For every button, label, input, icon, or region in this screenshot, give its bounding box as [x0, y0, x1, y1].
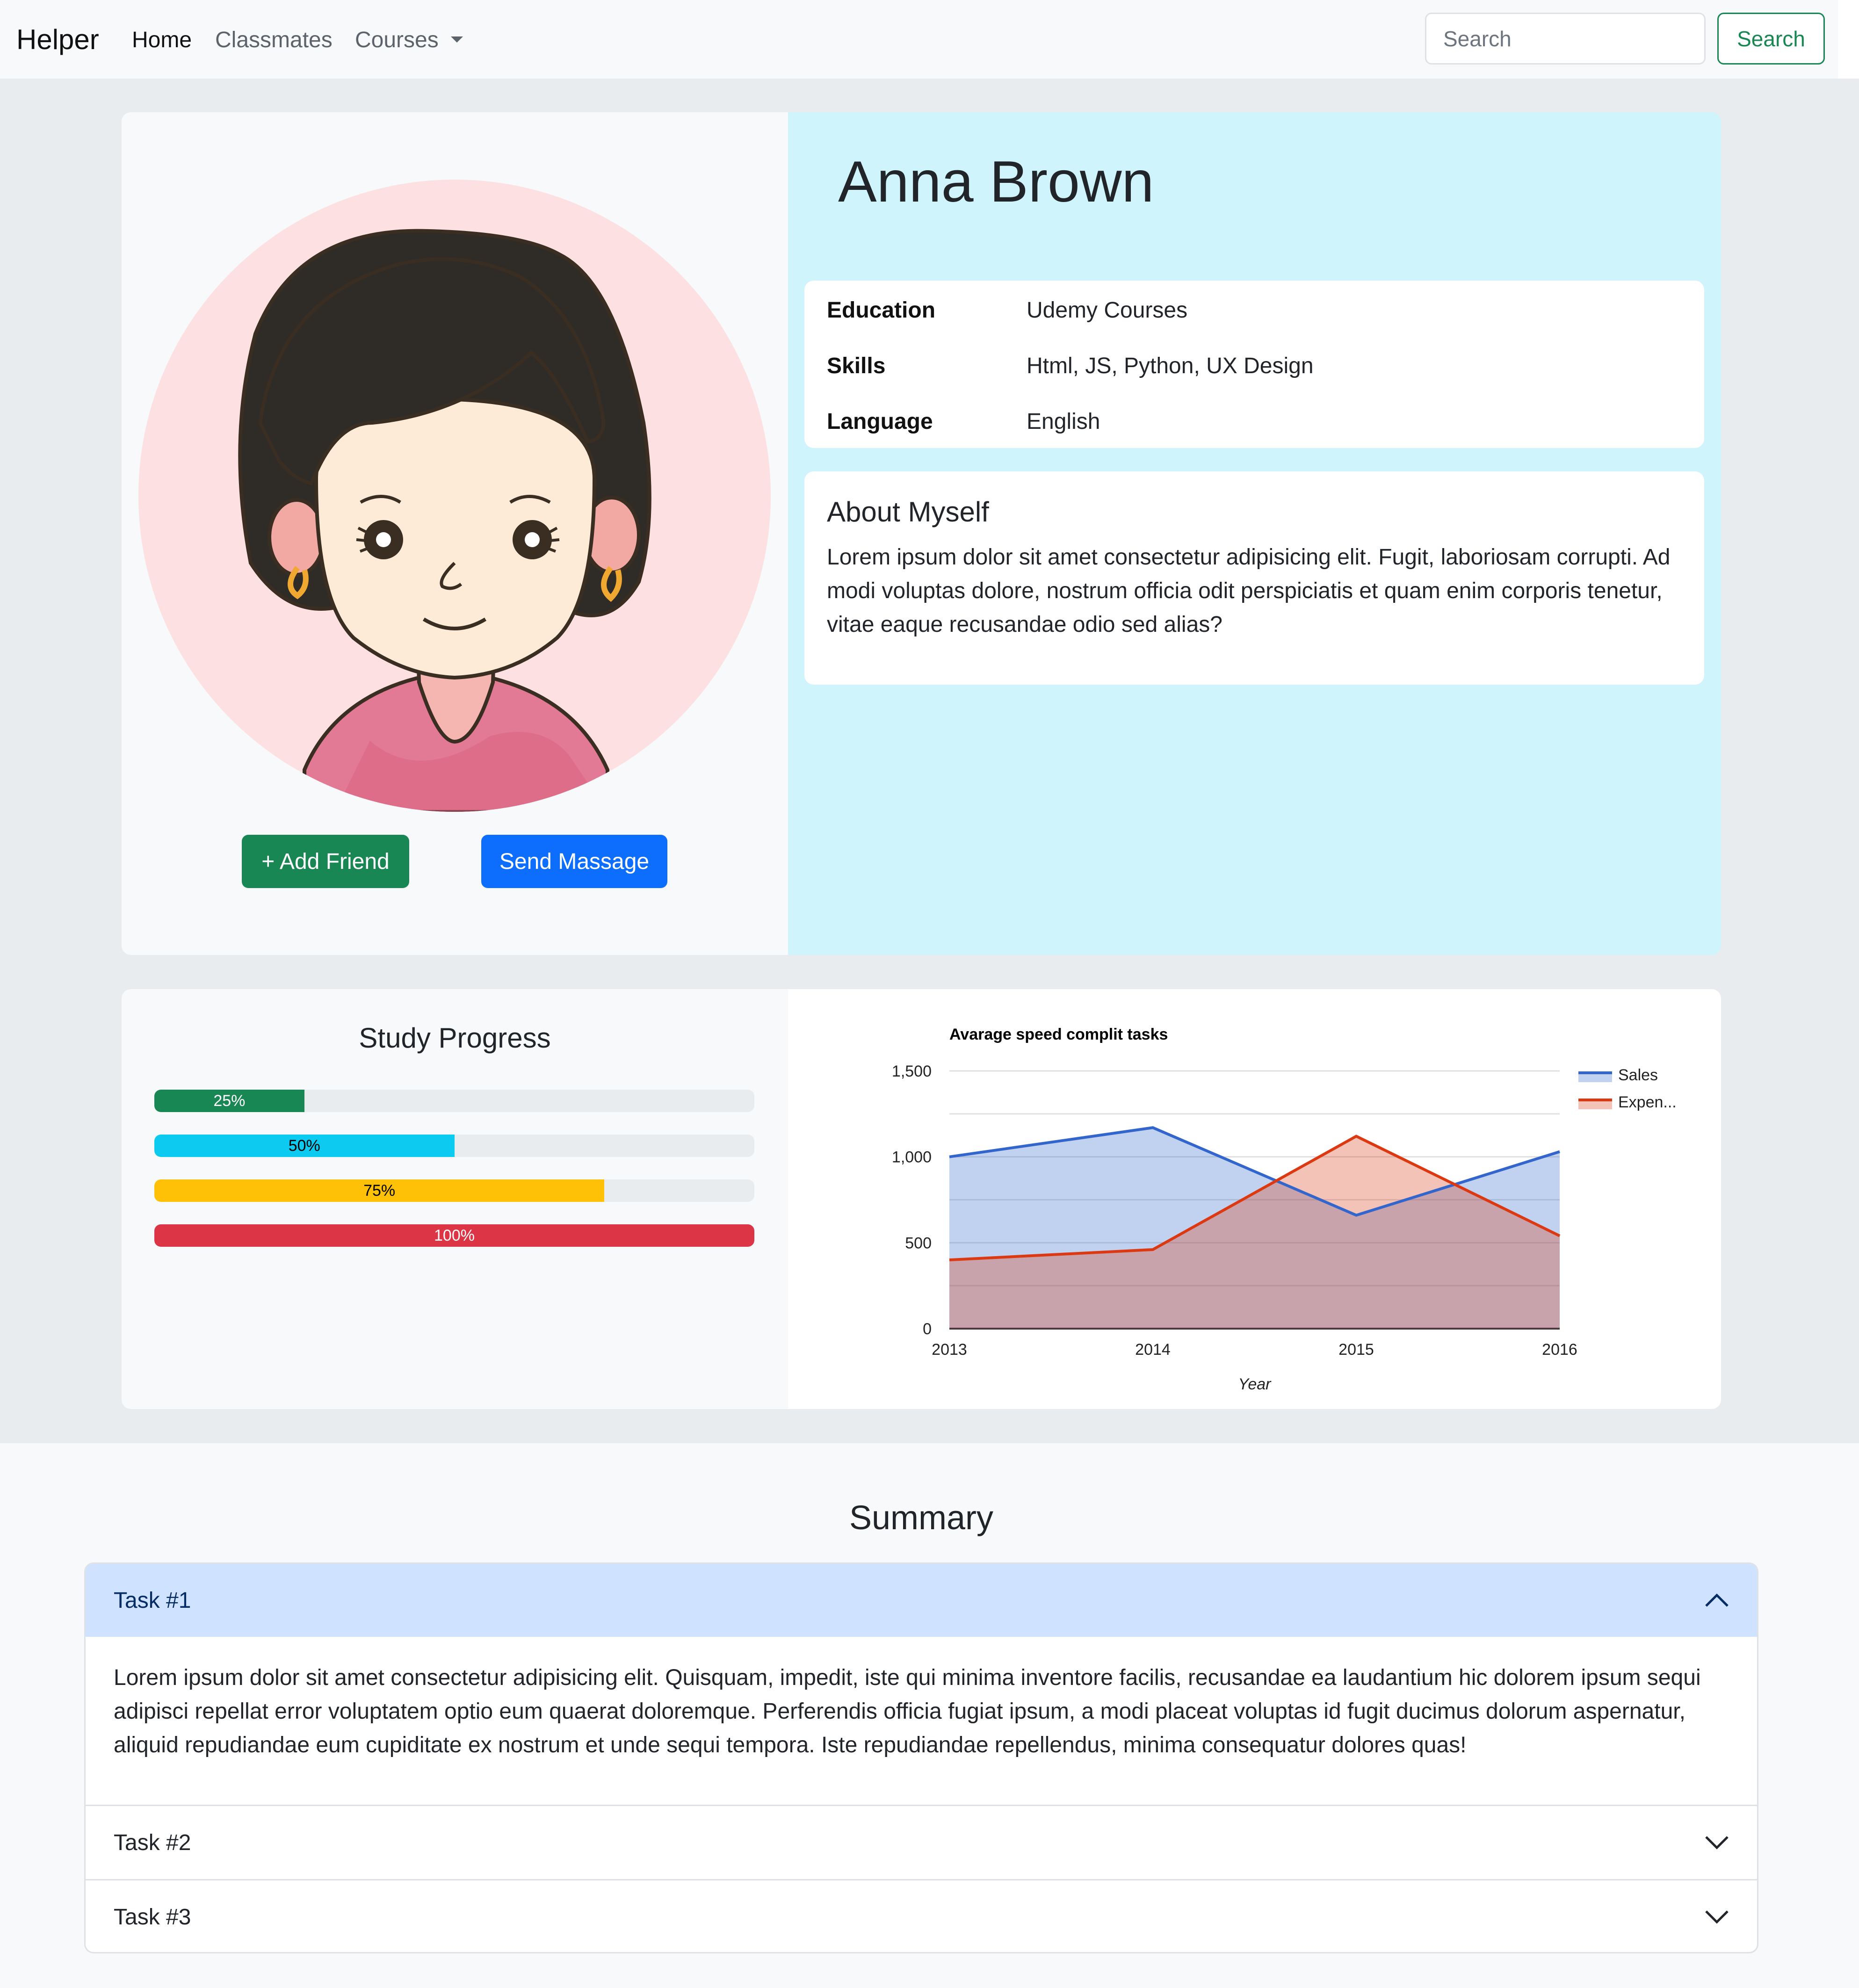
x-tick-label: 2016 [1542, 1341, 1577, 1359]
chevron-down-icon [1705, 1836, 1729, 1850]
brand-logo[interactable]: Helper [16, 23, 99, 56]
area-chart: Avarage speed complit tasks 0 500 1,000 1,50… [892, 1026, 1677, 1393]
add-friend-button[interactable]: + Add Friend [242, 835, 409, 888]
y-tick-label: 1,000 [892, 1149, 932, 1166]
accordion-header-task-1[interactable]: Task #1 [86, 1564, 1757, 1637]
search-button[interactable]: Search [1717, 13, 1825, 65]
chart-title: Avarage speed complit tasks [949, 1026, 1168, 1043]
detail-label-skills: Skills [827, 354, 886, 378]
detail-label-education: Education [827, 298, 936, 323]
progress-track-1: 25% [154, 1090, 754, 1112]
profile-name: Anna Brown [838, 150, 1154, 214]
progress-bar-1: 25% [154, 1090, 304, 1112]
accordion-body-task-1: Lorem ipsum dolor sit amet consectetur a… [114, 1665, 1701, 1757]
progress-bar-2: 50% [154, 1135, 455, 1157]
about-text: Lorem ipsum dolor sit amet consectetur a… [827, 545, 1671, 637]
about-title: About Myself [827, 496, 989, 528]
task-accordion: Task #1 Lorem ipsum dolor sit amet conse… [84, 1562, 1758, 1953]
chevron-up-icon [1705, 1593, 1729, 1607]
about-card: About Myself Lorem ipsum dolor sit amet … [804, 471, 1704, 685]
legend-label: Expen... [1618, 1093, 1677, 1111]
legend-label: Sales [1618, 1066, 1658, 1084]
progress-track-4: 100% [154, 1224, 754, 1247]
x-axis-label: Year [1238, 1375, 1272, 1393]
search-input[interactable] [1425, 13, 1706, 65]
detail-label-language: Language [827, 409, 933, 434]
task-2-label: Task #2 [114, 1830, 191, 1855]
accordion-header-task-2[interactable]: Task #2 [86, 1806, 1757, 1879]
task-1-label: Task #1 [114, 1588, 191, 1613]
x-tick-label: 2015 [1338, 1341, 1374, 1359]
chevron-down-icon[interactable] [451, 36, 463, 43]
y-tick-label: 1,500 [892, 1063, 932, 1080]
study-progress-title: Study Progress [359, 1022, 551, 1054]
nav-link-classmates[interactable]: Classmates [215, 27, 333, 53]
y-tick-label: 500 [905, 1234, 932, 1252]
progress-track-3: 75% [154, 1179, 754, 1202]
progress-bar-4: 100% [154, 1224, 754, 1247]
detail-value-skills: Html, JS, Python, UX Design [1027, 354, 1314, 378]
y-tick-label: 0 [923, 1320, 932, 1338]
detail-value-language: English [1027, 409, 1100, 434]
nav-link-courses[interactable]: Courses [355, 27, 439, 53]
profile-details-card: Education Udemy Courses Skills Html, JS,… [804, 281, 1704, 448]
x-tick-label: 2013 [932, 1341, 967, 1359]
task-3-label: Task #3 [114, 1904, 191, 1930]
send-message-button[interactable]: Send Massage [481, 835, 667, 888]
navbar: Helper Home Classmates Courses Search [0, 0, 1859, 79]
accordion-header-task-3[interactable]: Task #3 [86, 1880, 1757, 1952]
nav-link-home[interactable]: Home [132, 27, 192, 53]
scrollbar-gutter [1838, 0, 1859, 79]
avatar [138, 180, 771, 812]
progress-track-2: 50% [154, 1135, 754, 1157]
x-tick-label: 2014 [1135, 1341, 1171, 1359]
chevron-down-icon [1705, 1910, 1729, 1924]
avatar-illustration [238, 229, 651, 812]
detail-value-education: Udemy Courses [1027, 298, 1188, 323]
progress-bar-3: 75% [154, 1179, 605, 1202]
summary-title: Summary [849, 1499, 994, 1537]
